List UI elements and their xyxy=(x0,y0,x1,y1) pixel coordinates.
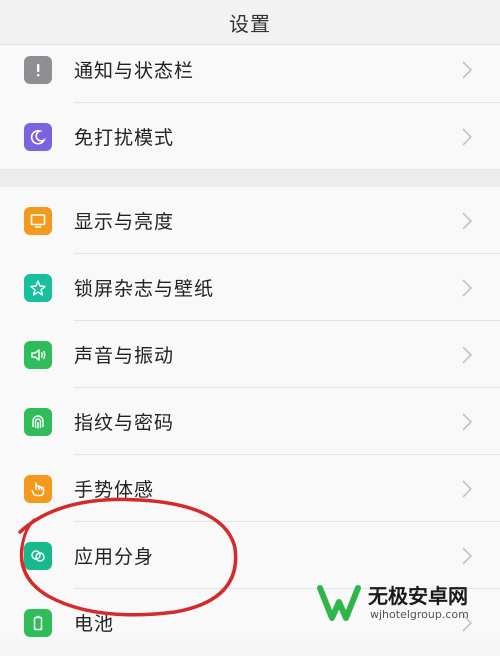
chevron-right-icon xyxy=(462,211,473,230)
settings-item-notifications[interactable]: 通知与状态栏 xyxy=(0,36,500,103)
group-separator xyxy=(0,169,500,188)
page-title: 设置 xyxy=(229,11,271,36)
settings-item-label: 显示与亮度 xyxy=(74,211,175,233)
settings-item-label: 手势体感 xyxy=(74,479,155,501)
speaker-icon xyxy=(24,340,52,369)
monitor-icon xyxy=(24,206,52,235)
fingerprint-icon xyxy=(24,407,52,436)
chevron-right-icon xyxy=(462,546,473,565)
chevron-right-icon xyxy=(462,60,473,79)
chevron-right-icon xyxy=(462,412,473,431)
watermark-name: 无极安卓网 xyxy=(368,584,468,608)
chevron-right-icon xyxy=(462,127,473,146)
chevron-right-icon xyxy=(462,345,473,364)
settings-item-fingerprint-password[interactable]: 指纹与密码 xyxy=(0,388,500,455)
settings-item-do-not-disturb[interactable]: 免打扰模式 xyxy=(0,103,500,170)
watermark: 无极安卓网 wjhotelgroup.com xyxy=(316,578,496,628)
chevron-right-icon xyxy=(462,479,473,498)
settings-group-personal: 显示与亮度 锁屏杂志与壁纸 声音与振动 指纹与密码 手势体感 应用分身 电池 xyxy=(0,187,500,637)
settings-item-label: 通知与状态栏 xyxy=(74,60,195,82)
app-clone-icon xyxy=(24,541,52,570)
moon-icon xyxy=(24,122,52,151)
settings-item-label: 应用分身 xyxy=(74,546,155,568)
settings-item-label: 指纹与密码 xyxy=(74,412,175,434)
settings-item-gestures[interactable]: 手势体感 xyxy=(0,455,500,522)
hand-gesture-icon xyxy=(24,474,52,503)
battery-icon xyxy=(24,608,52,637)
settings-group-system: 通知与状态栏 免打扰模式 xyxy=(0,45,500,169)
settings-item-label: 声音与振动 xyxy=(74,345,175,367)
settings-item-lockscreen-wallpaper[interactable]: 锁屏杂志与壁纸 xyxy=(0,254,500,321)
chevron-right-icon xyxy=(462,278,473,297)
exclamation-icon xyxy=(24,55,52,84)
settings-item-label: 免打扰模式 xyxy=(74,127,175,149)
settings-item-display[interactable]: 显示与亮度 xyxy=(0,187,500,254)
watermark-url: wjhotelgroup.com xyxy=(370,608,469,621)
settings-item-sound-vibration[interactable]: 声音与振动 xyxy=(0,321,500,388)
flower-icon xyxy=(24,273,52,302)
settings-item-label: 锁屏杂志与壁纸 xyxy=(74,278,215,300)
watermark-logo-icon xyxy=(317,585,361,621)
settings-item-label: 电池 xyxy=(74,613,115,635)
